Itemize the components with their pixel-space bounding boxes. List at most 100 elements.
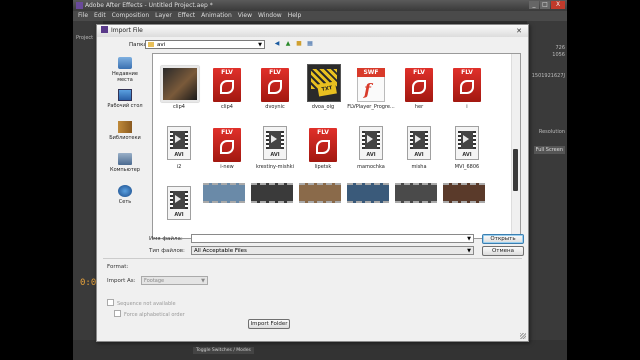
view-menu-icon[interactable]: ▦: [306, 40, 314, 48]
new-folder-icon[interactable]: ■: [295, 40, 303, 48]
txt-file-icon: TXT: [307, 64, 341, 102]
force-alphabetical-checkbox[interactable]: Force alphabetical order: [114, 310, 185, 318]
file-type-select[interactable]: All Acceptable Files ▼: [191, 246, 474, 255]
look-in-select[interactable]: avi ▼: [145, 40, 265, 49]
menu-edit[interactable]: Edit: [91, 11, 109, 21]
menu-view[interactable]: View: [235, 11, 255, 21]
menu-help[interactable]: Help: [285, 11, 305, 21]
file-item[interactable]: FLV her: [395, 58, 443, 114]
app-title: Adobe After Effects - Untitled Project.a…: [85, 2, 213, 9]
file-item[interactable]: clip4: [155, 58, 203, 114]
file-item[interactable]: AVI krestiny-mishki: [251, 118, 299, 174]
back-icon[interactable]: ◀: [273, 40, 281, 48]
file-item[interactable]: AVI i2: [155, 118, 203, 174]
divider: [103, 258, 522, 259]
import-file-dialog: Import File ✕ Папка: avi ▼ ◀ ▲ ■ ▦ Недав…: [96, 24, 529, 342]
info-value: 1056: [552, 52, 565, 58]
nav-toolbar: ◀ ▲ ■ ▦: [273, 40, 314, 48]
cancel-button[interactable]: Отмена: [482, 246, 524, 256]
folder-icon: [148, 42, 154, 47]
swf-file-icon: SWF f: [357, 68, 385, 102]
open-button[interactable]: Открыть: [482, 234, 524, 244]
import-as-select[interactable]: Footage ▼: [141, 276, 208, 285]
file-item[interactable]: FLV lipetsk: [299, 118, 347, 174]
avi-file-icon: AVI: [407, 126, 431, 160]
libraries-icon: [118, 121, 132, 133]
place-libraries[interactable]: Библиотеки: [101, 121, 149, 141]
file-item[interactable]: [299, 178, 347, 234]
import-folder-button[interactable]: Import Folder: [248, 319, 290, 329]
file-list[interactable]: clip4 FLV clip4 FLV dvoynic TXT dvoa_oig SWF f FL…: [152, 53, 521, 239]
chevron-down-icon: ▼: [467, 248, 471, 254]
close-button[interactable]: X: [551, 1, 565, 9]
resize-grip-icon[interactable]: [520, 333, 526, 339]
file-name-input[interactable]: ▼: [191, 234, 474, 243]
app-titlebar: Adobe After Effects - Untitled Project.a…: [73, 0, 567, 11]
file-item[interactable]: AVI MVI_6806: [443, 118, 491, 174]
file-item[interactable]: FLV i: [443, 58, 491, 114]
file-item[interactable]: [395, 178, 443, 234]
flv-file-icon: FLV: [453, 68, 481, 102]
file-item[interactable]: [251, 178, 299, 234]
place-label: Рабочий стол: [107, 103, 143, 109]
full-screen-button[interactable]: Full Screen: [533, 146, 565, 154]
flv-file-icon: FLV: [213, 128, 241, 162]
file-item[interactable]: [203, 178, 251, 234]
desktop-icon: [118, 89, 132, 101]
format-label: Format:: [107, 264, 129, 270]
menu-file[interactable]: File: [75, 11, 91, 21]
place-recent[interactable]: Недавние места: [101, 57, 149, 83]
toggle-switches-modes[interactable]: Toggle Switches / Modes: [193, 347, 254, 354]
file-item[interactable]: [443, 178, 491, 234]
chevron-down-icon: ▼: [467, 236, 471, 242]
menu-animation[interactable]: Animation: [198, 11, 235, 21]
menu-composition[interactable]: Composition: [109, 11, 152, 21]
place-label: Компьютер: [110, 167, 140, 173]
flv-file-icon: FLV: [213, 68, 241, 102]
right-panel: 726 1056 1501921627J Resolution Full Scr…: [527, 21, 567, 360]
network-icon: [118, 185, 132, 197]
window-controls: _ □ X: [529, 1, 565, 9]
file-item[interactable]: AVI: [155, 178, 203, 234]
timeline-footer: [73, 340, 567, 360]
file-item[interactable]: SWF f FLVPlayer_Progre...: [347, 58, 395, 114]
up-folder-icon[interactable]: ▲: [284, 40, 292, 48]
file-item[interactable]: TXT dvoa_oig: [299, 58, 347, 114]
avi-file-icon: AVI: [359, 126, 383, 160]
place-label: места: [117, 77, 133, 83]
place-desktop[interactable]: Рабочий стол: [101, 89, 149, 109]
import-as-label: Import As:: [107, 278, 136, 284]
file-item[interactable]: AVI misha: [395, 118, 443, 174]
checkbox-icon: [114, 310, 121, 317]
file-name-label: i: [466, 104, 468, 110]
sequence-label: Sequence not available: [117, 301, 176, 307]
video-thumbnail: [347, 183, 389, 203]
file-item[interactable]: FLV i-new: [203, 118, 251, 174]
vertical-scrollbar[interactable]: [511, 54, 520, 238]
file-item[interactable]: FLV clip4: [203, 58, 251, 114]
minimize-button[interactable]: _: [529, 1, 539, 9]
video-thumbnail: [443, 183, 485, 203]
avi-file-icon: AVI: [455, 126, 479, 160]
place-network[interactable]: Сеть: [101, 185, 149, 205]
chevron-down-icon: ▼: [258, 42, 262, 48]
maximize-button[interactable]: □: [540, 1, 550, 9]
menu-layer[interactable]: Layer: [152, 11, 175, 21]
file-type-label: Тип файлов:: [149, 248, 185, 254]
checkbox-icon: [107, 299, 114, 306]
menu-window[interactable]: Window: [255, 11, 285, 21]
sequence-checkbox[interactable]: Sequence not available: [107, 299, 176, 307]
flv-file-icon: FLV: [309, 128, 337, 162]
scrollbar-thumb[interactable]: [513, 149, 518, 191]
flv-file-icon: FLV: [405, 68, 433, 102]
resolution-label: Resolution: [538, 129, 565, 135]
file-item[interactable]: AVI mamochka: [347, 118, 395, 174]
file-item[interactable]: [347, 178, 395, 234]
close-icon[interactable]: ✕: [513, 27, 525, 35]
video-thumbnail: [161, 66, 199, 102]
menu-effect[interactable]: Effect: [175, 11, 198, 21]
file-type-value: All Acceptable Files: [194, 248, 247, 254]
video-thumbnail: [299, 183, 341, 203]
place-computer[interactable]: Компьютер: [101, 153, 149, 173]
file-item[interactable]: FLV dvoynic: [251, 58, 299, 114]
